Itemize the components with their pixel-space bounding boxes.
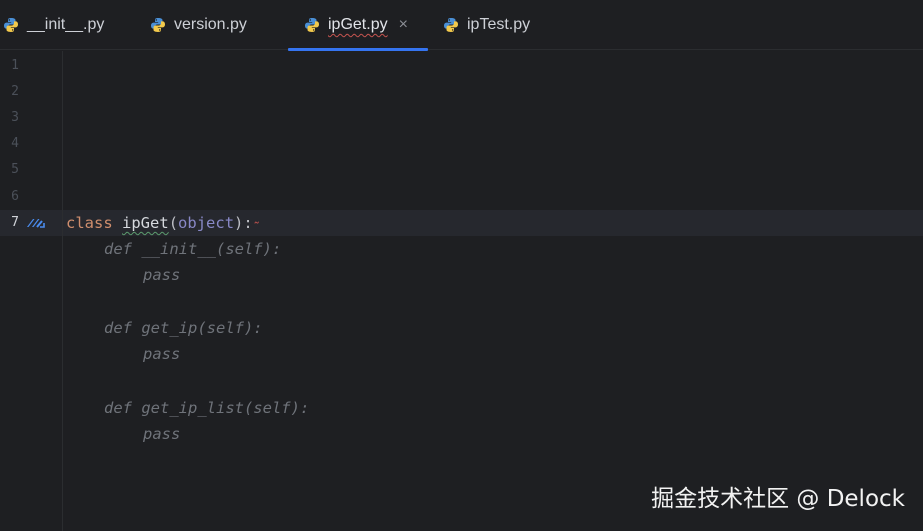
tab-label: ipTest.py [467,16,531,33]
error-squiggle: ˜ [252,221,261,236]
code-line-pass[interactable]: pass [143,262,180,288]
python-file-icon [151,18,165,32]
code-line-class-definition[interactable]: class ipGet(object):˜ [66,210,261,236]
tab-ipget-py[interactable]: ipGet.py × [288,0,428,51]
line-number[interactable]: 5 [0,157,19,183]
base-class: object [178,214,235,232]
editor-tab-bar: __init__.py version.py ipGet.py × ipTest… [0,0,923,51]
tab-label: version.py [174,16,247,33]
line-number[interactable]: 4 [0,131,19,157]
code-line-pass[interactable]: pass [143,421,180,447]
watermark: 掘金技术社区 @ Delock [651,486,905,512]
close-paren-colon: ): [234,214,253,232]
line-number[interactable]: 1 [0,53,19,79]
class-name: ipGet [122,214,169,232]
python-file-icon [4,18,18,32]
line-number[interactable]: 3 [0,105,19,131]
line-number[interactable]: 6 [0,184,19,210]
keyword-class: class [66,214,113,232]
code-line-pass[interactable]: pass [143,341,180,367]
open-paren: ( [168,214,179,232]
tab-init-py[interactable]: __init__.py [3,0,123,50]
line-number[interactable]: 2 [0,79,19,105]
close-icon[interactable]: × [399,17,408,33]
code-line-def-get-ip-list[interactable]: def get_ip_list(self): [104,395,309,421]
gutter-divider [62,51,63,531]
code-line-def-get-ip[interactable]: def get_ip(self): [104,315,263,341]
tab-iptest-py[interactable]: ipTest.py [443,0,555,50]
python-file-icon [305,18,319,32]
line-number-current[interactable]: 7 [0,210,19,236]
code-line-def-init[interactable]: def __init__(self): [104,236,281,262]
tab-label: ipGet.py [328,16,388,33]
tab-label: __init__.py [27,16,105,33]
code-editor[interactable]: 1 2 3 4 5 6 7 class ipGet(object):˜ def … [0,51,923,531]
tab-version-py[interactable]: version.py [150,0,268,50]
python-file-icon [444,18,458,32]
implemented-methods-icon[interactable] [25,210,47,236]
